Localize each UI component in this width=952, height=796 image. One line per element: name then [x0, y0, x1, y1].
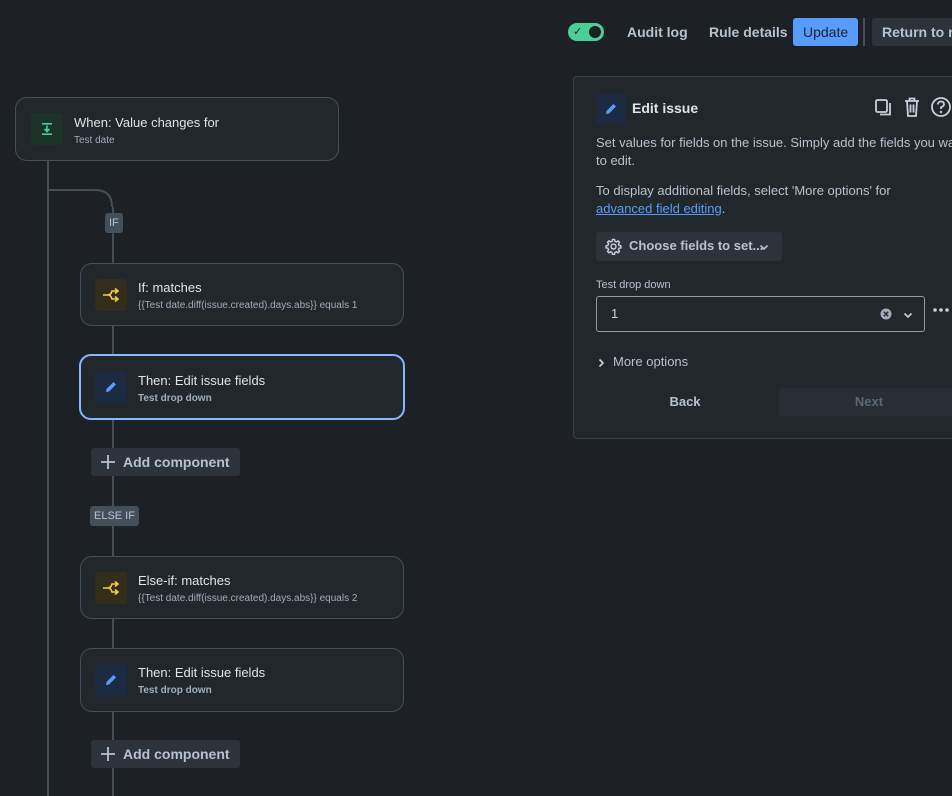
hint-suffix: . [721, 201, 726, 216]
if-action-title: Then: Edit issue fields [138, 373, 266, 388]
plus-icon [101, 747, 115, 761]
branch-condition-icon [95, 572, 127, 604]
add-component-label: Add component [123, 746, 230, 762]
audit-log-button[interactable]: Audit log [617, 18, 698, 46]
elseif-action-title: Then: Edit issue fields [138, 665, 266, 680]
help-icon[interactable] [930, 96, 952, 118]
panel-title: Edit issue [632, 100, 699, 116]
update-button[interactable]: Update [793, 18, 859, 46]
toolbar-divider [863, 18, 865, 46]
pencil-icon [95, 664, 127, 696]
test-drop-down-label: Test drop down [596, 279, 671, 291]
trigger-title: When: Value changes for [74, 115, 220, 130]
add-component-label: Add component [123, 454, 230, 470]
branch-connector [47, 189, 97, 191]
elseif-action-subtitle: Test drop down [138, 685, 212, 696]
trigger-icon [31, 113, 63, 145]
test-drop-down-value: 1 [611, 306, 619, 321]
choose-fields-button[interactable]: Choose fields to set... [596, 232, 782, 261]
if-action-card[interactable]: Then: Edit issue fields Test drop down [79, 354, 405, 420]
trigger-card[interactable]: When: Value changes for Test date [15, 97, 339, 161]
next-button[interactable]: Next [779, 388, 952, 416]
main-flow-line [47, 160, 49, 796]
else-if-lozenge: ELSE IF [90, 506, 139, 526]
back-button[interactable]: Back [596, 388, 774, 416]
panel-description-line1: Set values for fields on the issue. Simp… [596, 135, 952, 150]
rule-details-button[interactable]: Rule details [699, 18, 798, 46]
chevron-right-icon [598, 358, 605, 368]
trash-icon[interactable] [902, 96, 922, 118]
plus-icon [101, 455, 115, 469]
edit-issue-panel: Edit issue Set values for fields on the … [573, 76, 952, 439]
if-action-subtitle: Test drop down [138, 393, 212, 404]
elseif-condition-title: Else-if: matches [138, 573, 231, 588]
chevron-down-icon [759, 244, 769, 251]
more-actions-icon[interactable] [932, 307, 950, 313]
advanced-editing-hint: To display additional fields, select 'Mo… [596, 182, 946, 218]
add-component-button[interactable]: Add component [91, 448, 240, 476]
test-drop-down-select[interactable]: 1 [596, 296, 925, 332]
chevron-down-icon[interactable] [903, 310, 913, 320]
if-condition-title: If: matches [138, 280, 202, 295]
duplicate-icon[interactable] [873, 97, 893, 117]
elseif-action-card[interactable]: Then: Edit issue fields Test drop down [80, 648, 404, 712]
elseif-condition-card[interactable]: Else-if: matches {{Test date.diff(issue.… [80, 556, 404, 619]
if-condition-subtitle: {{Test date.diff(issue.created).days.abs… [138, 300, 358, 311]
gear-icon [605, 238, 622, 255]
pencil-icon [95, 371, 127, 403]
trigger-subtitle: Test date [74, 135, 115, 146]
if-lozenge: IF [105, 213, 123, 233]
return-to-rules-button[interactable]: Return to ru [872, 18, 952, 46]
panel-description-line2: to edit. [596, 153, 636, 168]
rule-enabled-toggle[interactable]: ✓ [568, 23, 604, 41]
clear-icon[interactable] [880, 308, 892, 320]
pencil-icon [596, 94, 626, 124]
choose-fields-label: Choose fields to set... [629, 238, 764, 253]
toggle-knob [589, 26, 601, 38]
panel-description: Set values for fields on the issue. Simp… [596, 134, 952, 170]
if-condition-card[interactable]: If: matches {{Test date.diff(issue.creat… [80, 263, 404, 326]
elseif-condition-subtitle: {{Test date.diff(issue.created).days.abs… [138, 593, 358, 604]
add-component-button[interactable]: Add component [91, 740, 240, 768]
advanced-field-editing-link[interactable]: advanced field editing [596, 201, 722, 216]
hint-prefix: To display additional fields, select 'Mo… [596, 183, 891, 198]
more-options-label: More options [613, 354, 689, 369]
check-icon: ✓ [573, 26, 583, 38]
branch-condition-icon [95, 279, 127, 311]
